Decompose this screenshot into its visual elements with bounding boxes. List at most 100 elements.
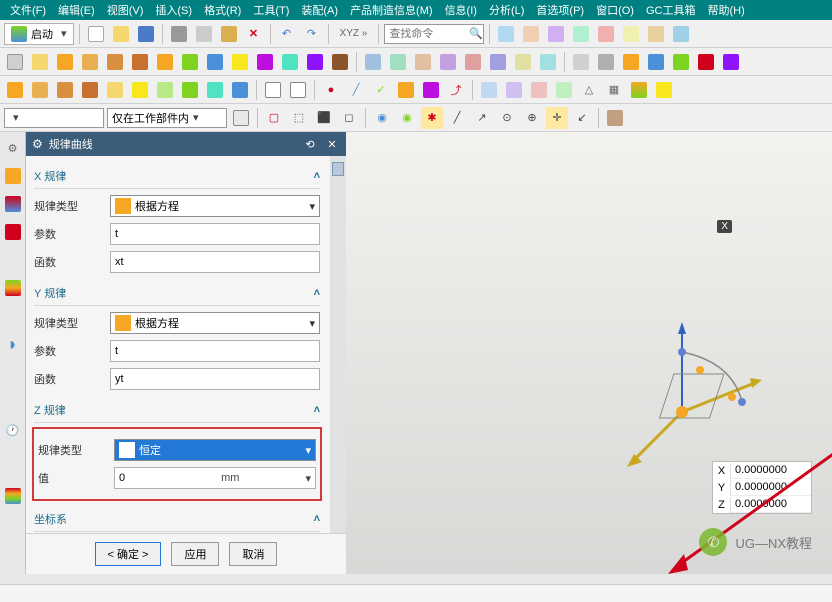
dock-gear[interactable]: ⚙ — [3, 138, 23, 158]
r2-btn[interactable] — [620, 51, 642, 73]
r3-btn[interactable] — [395, 79, 417, 101]
y-rule-type-combo[interactable]: 根据方程 ▾ — [110, 312, 320, 334]
apply-button[interactable]: 应用 — [171, 542, 219, 566]
r4-btn[interactable] — [604, 107, 626, 129]
r2-btn[interactable] — [512, 51, 534, 73]
r2-btn[interactable] — [179, 51, 201, 73]
r4-btn[interactable]: ◉ — [396, 107, 418, 129]
x-rule-section-header[interactable]: X 规律 ˄ — [34, 162, 320, 189]
r2-btn[interactable] — [720, 51, 742, 73]
menu-help[interactable]: 帮助(H) — [707, 2, 744, 18]
r2-btn[interactable] — [487, 51, 509, 73]
command-search-input[interactable] — [389, 28, 469, 40]
r3-btn[interactable]: ● — [320, 79, 342, 101]
r2-btn[interactable] — [204, 51, 226, 73]
x-rule-type-combo[interactable]: 根据方程 ▾ — [110, 195, 320, 217]
scope-combo[interactable]: 仅在工作部件内▾ — [107, 108, 227, 128]
y-param-input[interactable] — [110, 340, 320, 362]
z-value-input[interactable]: mm ▾ — [114, 467, 316, 489]
r2-btn[interactable] — [79, 51, 101, 73]
r2-btn[interactable] — [254, 51, 276, 73]
menu-analysis[interactable]: 分析(L) — [489, 2, 524, 18]
scroll-thumb[interactable] — [332, 162, 344, 176]
r2-btn[interactable] — [229, 51, 251, 73]
dock-nav4[interactable] — [3, 278, 23, 298]
toolbar-btn-a[interactable] — [495, 23, 517, 45]
r3-btn[interactable] — [4, 79, 26, 101]
z-rule-section-header[interactable]: Z 规律 ˄ — [34, 396, 320, 423]
r4-btn[interactable]: ↗ — [471, 107, 493, 129]
r4-btn[interactable]: ▢ — [263, 107, 285, 129]
r2-btn[interactable] — [304, 51, 326, 73]
r2-btn[interactable] — [104, 51, 126, 73]
launch-button[interactable]: 启动 ▾ — [4, 23, 74, 45]
r3-btn[interactable]: ▦ — [603, 79, 625, 101]
panel-close-button[interactable]: ✕ — [324, 136, 340, 152]
r3-btn[interactable] — [553, 79, 575, 101]
scrollbar[interactable] — [330, 156, 346, 533]
r2-btn[interactable] — [29, 51, 51, 73]
r3-btn[interactable] — [179, 79, 201, 101]
dock-nav[interactable] — [3, 166, 23, 186]
y-rule-section-header[interactable]: Y 规律 ˄ — [34, 279, 320, 306]
r3-btn[interactable] — [104, 79, 126, 101]
toolbar-btn-d[interactable] — [570, 23, 592, 45]
r2-btn[interactable] — [645, 51, 667, 73]
r2-btn[interactable] — [329, 51, 351, 73]
r2-btn[interactable] — [412, 51, 434, 73]
r2-btn[interactable] — [54, 51, 76, 73]
dock-nav5[interactable]: ◗ — [3, 334, 23, 354]
ok-button[interactable]: < 确定 > — [95, 542, 162, 566]
menu-assembly[interactable]: 装配(A) — [301, 2, 338, 18]
new-file-button[interactable] — [85, 23, 107, 45]
r3-btn[interactable]: ╱ — [345, 79, 367, 101]
x-param-field[interactable] — [115, 228, 315, 240]
r4-btn-active[interactable]: ✱ — [421, 107, 443, 129]
r4-btn[interactable]: ⊕ — [521, 107, 543, 129]
r3-btn[interactable]: ✓ — [370, 79, 392, 101]
r2-btn[interactable] — [695, 51, 717, 73]
menu-insert[interactable]: 插入(S) — [155, 2, 192, 18]
menu-file[interactable]: 文件(F) — [10, 2, 46, 18]
r3-btn[interactable] — [628, 79, 650, 101]
r3-btn[interactable] — [54, 79, 76, 101]
x-func-input[interactable] — [110, 251, 320, 273]
viewport-3d[interactable]: X X0.0000000 Y0.0000000 Z0.0000000 — [346, 132, 832, 574]
r4-btn[interactable]: ⬚ — [288, 107, 310, 129]
r3-btn[interactable] — [262, 79, 284, 101]
r2-btn[interactable] — [537, 51, 559, 73]
x-func-field[interactable] — [115, 256, 315, 268]
r2-btn[interactable] — [462, 51, 484, 73]
dock-history[interactable]: 🕐 — [3, 420, 23, 440]
menu-gctoolbox[interactable]: GC工具箱 — [646, 2, 696, 18]
r2-btn[interactable] — [670, 51, 692, 73]
r2-btn[interactable] — [279, 51, 301, 73]
r4-btn[interactable]: ◉ — [371, 107, 393, 129]
r2-btn[interactable] — [4, 51, 26, 73]
x-param-input[interactable] — [110, 223, 320, 245]
r3-btn[interactable]: △ — [578, 79, 600, 101]
menu-preferences[interactable]: 首选项(P) — [536, 2, 584, 18]
r3-btn[interactable] — [229, 79, 251, 101]
command-search[interactable]: 🔍 — [384, 24, 484, 44]
toolbar-btn-f[interactable] — [620, 23, 642, 45]
toolbar-btn-h[interactable] — [670, 23, 692, 45]
r3-btn[interactable] — [653, 79, 675, 101]
y-param-field[interactable] — [115, 345, 315, 357]
r3-btn[interactable] — [503, 79, 525, 101]
r2-btn[interactable] — [129, 51, 151, 73]
r4-btn[interactable]: ⊙ — [496, 107, 518, 129]
chevron-down-icon[interactable]: ▾ — [305, 472, 311, 485]
r2-btn[interactable] — [154, 51, 176, 73]
toolbar-btn-e[interactable] — [595, 23, 617, 45]
toolbar-btn-g[interactable] — [645, 23, 667, 45]
dock-color[interactable] — [3, 486, 23, 506]
filter-combo-1[interactable]: ▾ — [4, 108, 104, 128]
cancel-button[interactable]: 取消 — [229, 542, 277, 566]
dock-nav3[interactable] — [3, 222, 23, 242]
r3-btn[interactable]: ⤴ — [445, 79, 467, 101]
r2-btn[interactable] — [570, 51, 592, 73]
open-file-button[interactable] — [110, 23, 132, 45]
r4-btn[interactable]: ◻ — [338, 107, 360, 129]
menu-window[interactable]: 窗口(O) — [596, 2, 634, 18]
